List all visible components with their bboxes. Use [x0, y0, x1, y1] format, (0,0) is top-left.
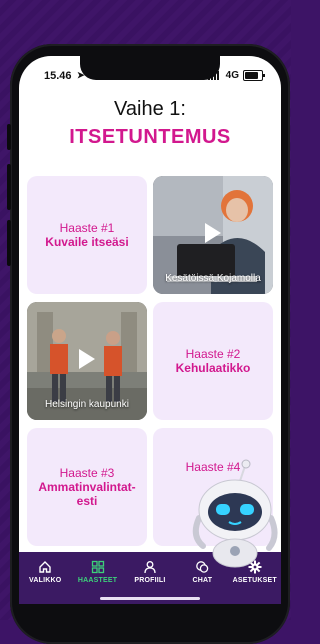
volume-down-button [7, 220, 11, 266]
status-time: 15.46 [44, 70, 72, 82]
challenge-title: Ammatinvalintat-esti [38, 480, 136, 508]
user-icon [144, 561, 156, 574]
notch [80, 56, 220, 80]
video-caption: Helsingin kaupunki [45, 399, 129, 410]
robot-mascot-icon[interactable] [189, 458, 281, 570]
home-icon [39, 561, 51, 573]
challenge-card-1[interactable]: Haaste #1 Kuvaile itseäsi [27, 176, 147, 294]
tab-label: HAASTEET [77, 577, 118, 584]
step-label: Vaihe 1: [114, 98, 186, 120]
tab-haasteet[interactable]: HAASTEET [72, 560, 124, 584]
video-caption: Kesätöissä Kojamolla [165, 273, 261, 284]
tab-label: ASETUKSET [232, 577, 277, 584]
tab-valikko[interactable]: VALIKKO [19, 560, 71, 584]
mute-switch [7, 124, 11, 150]
page-header: Vaihe 1: ITSETUNTEMUS [19, 98, 281, 149]
challenge-card-2[interactable]: Haaste #2 Kehulaatikko [153, 302, 273, 420]
page-title: ITSETUNTEMUS [69, 126, 231, 148]
battery-icon [243, 70, 265, 81]
play-icon [205, 223, 221, 243]
challenge-number: Haaste #2 [185, 347, 241, 361]
challenge-title: Kuvaile itseäsi [45, 235, 129, 249]
video-card-2[interactable]: Helsingin kaupunki [27, 302, 147, 420]
challenge-number: Haaste #1 [59, 221, 115, 235]
challenge-number: Haaste #3 [59, 466, 115, 480]
tab-profiili[interactable]: PROFIILI [124, 560, 176, 584]
app-screen: 15.46 ➤ 4G Vaihe 1: ITSETUNTEMUS Haaste … [19, 56, 281, 604]
home-indicator [100, 597, 200, 600]
video-card-1[interactable]: Kesätöissä Kojamolla [153, 176, 273, 294]
challenge-card-3[interactable]: Haaste #3 Ammatinvalintat-esti [27, 428, 147, 546]
network-label: 4G [225, 70, 239, 81]
tab-label: PROFIILI [134, 577, 166, 584]
play-icon [79, 349, 95, 369]
tab-label: CHAT [192, 577, 213, 584]
volume-up-button [7, 164, 11, 210]
challenge-title: Kehulaatikko [175, 361, 251, 375]
tab-label: VALIKKO [28, 577, 62, 584]
grid-icon [91, 560, 104, 574]
